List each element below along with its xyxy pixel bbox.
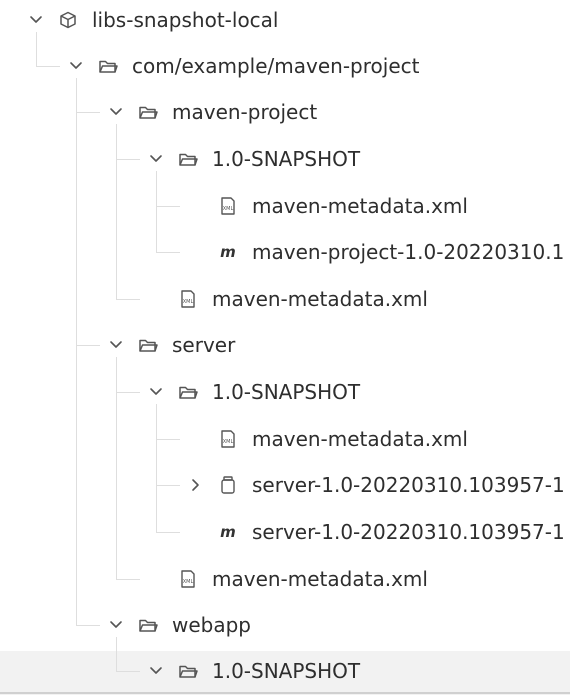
tree-row-label: server (172, 333, 236, 357)
tree-row-label: 1.0-SNAPSHOT (212, 380, 361, 404)
tree-row[interactable]: com/example/maven-project (0, 46, 570, 86)
svg-text:XML: XML (223, 439, 234, 445)
tree-row[interactable]: 1.0-SNAPSHOT (0, 139, 570, 179)
chevron-down-icon[interactable] (108, 104, 124, 120)
xml-file-icon: XML (178, 570, 198, 588)
folder-icon (98, 57, 118, 75)
bottom-divider (0, 692, 570, 694)
folder-icon (138, 336, 158, 354)
xml-file-icon: XML (218, 430, 238, 448)
tree-row-label: com/example/maven-project (132, 54, 420, 78)
repository-icon (58, 11, 78, 29)
svg-text:XML: XML (223, 206, 234, 212)
jar-file-icon (218, 476, 238, 494)
maven-pom-icon: m (218, 243, 238, 261)
tree-row-label: maven-metadata.xml (212, 287, 428, 311)
chevron-down-icon[interactable] (108, 337, 124, 353)
chevron-down-icon[interactable] (148, 384, 164, 400)
chevron-down-icon[interactable] (148, 151, 164, 167)
chevron-down-icon[interactable] (28, 12, 44, 28)
svg-text:m: m (220, 523, 236, 541)
tree-row[interactable]: XML maven-metadata.xml (0, 419, 570, 459)
tree-row[interactable]: 1.0-SNAPSHOT (0, 372, 570, 412)
chevron-down-icon[interactable] (108, 617, 124, 633)
chevron-down-icon[interactable] (148, 663, 164, 679)
folder-icon (138, 616, 158, 634)
tree-row-label: 1.0-SNAPSHOT (212, 659, 361, 683)
tree-row[interactable]: m maven-project-1.0-20220310.1 (0, 232, 570, 272)
tree-row[interactable]: XML maven-metadata.xml (0, 279, 570, 319)
tree-row-label: maven-project (172, 100, 318, 124)
chevron-down-icon[interactable] (68, 58, 84, 74)
tree-row-label: server-1.0-20220310.103957-1 (252, 520, 565, 544)
svg-text:m: m (220, 243, 236, 261)
tree-row[interactable]: maven-project (0, 92, 570, 132)
tree-row[interactable]: XML maven-metadata.xml (0, 186, 570, 226)
folder-icon (138, 103, 158, 121)
folder-icon (178, 150, 198, 168)
artifact-tree: libs-snapshot-local com/example/maven-pro… (0, 0, 570, 695)
tree-row[interactable]: server (0, 325, 570, 365)
tree-row[interactable]: libs-snapshot-local (0, 0, 570, 40)
xml-file-icon: XML (178, 290, 198, 308)
tree-row-label: server-1.0-20220310.103957-1 (252, 473, 565, 497)
tree-row[interactable]: 1.0-SNAPSHOT (0, 651, 570, 691)
tree-row[interactable]: XML maven-metadata.xml (0, 559, 570, 599)
tree-row-label: libs-snapshot-local (92, 8, 279, 32)
xml-file-icon: XML (218, 197, 238, 215)
tree-row-label: maven-metadata.xml (252, 427, 468, 451)
folder-icon (178, 383, 198, 401)
folder-icon (178, 662, 198, 680)
maven-pom-icon: m (218, 523, 238, 541)
tree-row-label: webapp (172, 613, 252, 637)
tree-row-label: 1.0-SNAPSHOT (212, 147, 361, 171)
tree-row-label: maven-metadata.xml (252, 194, 468, 218)
tree-row[interactable]: m server-1.0-20220310.103957-1 (0, 512, 570, 552)
svg-text:XML: XML (183, 579, 194, 585)
tree-row[interactable]: server-1.0-20220310.103957-1 (0, 465, 570, 505)
tree-row-label: maven-project-1.0-20220310.1 (252, 240, 565, 264)
tree-row-label: maven-metadata.xml (212, 567, 428, 591)
tree-row[interactable]: webapp (0, 605, 570, 645)
chevron-right-icon[interactable] (188, 477, 204, 493)
svg-text:XML: XML (183, 299, 194, 305)
